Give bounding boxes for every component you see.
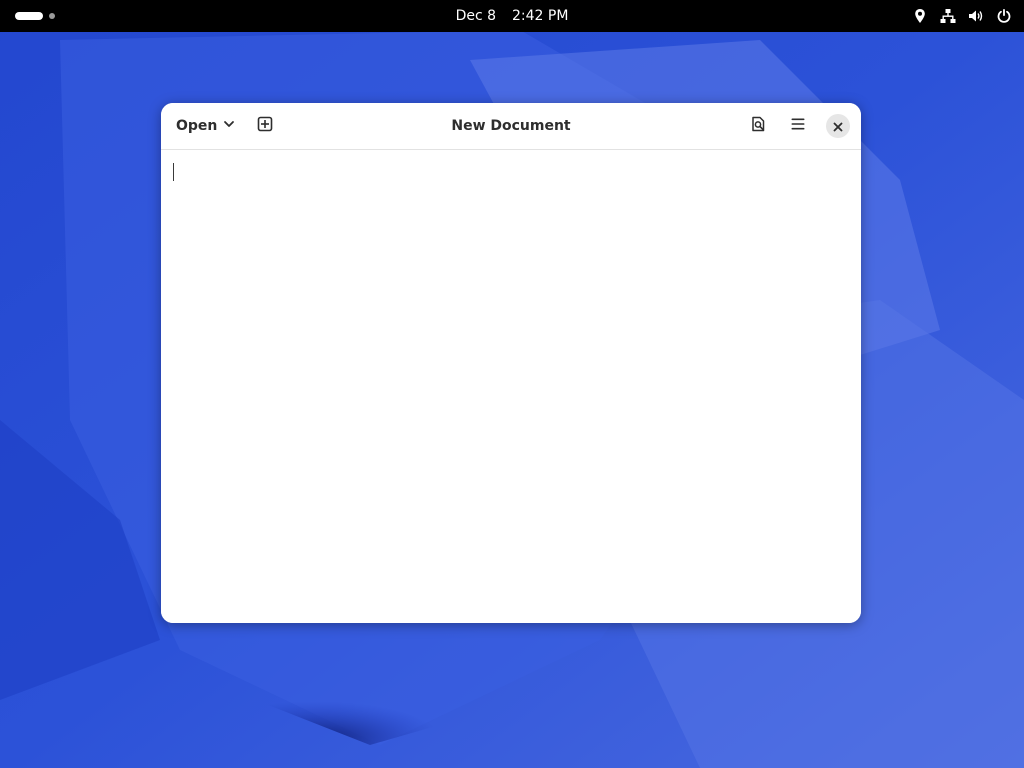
hamburger-menu-icon: [790, 116, 806, 136]
power-icon: [996, 8, 1012, 24]
close-button[interactable]: [826, 114, 850, 138]
top-bar: Dec 8 2:42 PM: [0, 0, 1024, 32]
network-icon: [940, 8, 956, 24]
workspace-indicator-inactive: [49, 13, 55, 19]
open-button-label: Open: [176, 118, 218, 134]
location-icon: [912, 8, 928, 24]
clock-button[interactable]: Dec 8 2:42 PM: [440, 0, 584, 32]
volume-icon: [968, 8, 984, 24]
open-button[interactable]: Open: [169, 111, 242, 141]
close-icon: [833, 117, 843, 136]
time-label: 2:42 PM: [512, 8, 569, 24]
window-title: New Document: [451, 118, 571, 134]
system-tray[interactable]: [912, 0, 1012, 32]
new-tab-icon: [257, 116, 273, 136]
text-cursor: [173, 163, 174, 181]
text-editor-window: Open New Document: [161, 103, 861, 623]
document-search-button[interactable]: [742, 111, 774, 141]
desktop: Dec 8 2:42 PM Open New Document: [0, 0, 1024, 768]
activities-button[interactable]: [10, 8, 62, 24]
main-menu-button[interactable]: [782, 111, 814, 141]
header-bar: Open New Document: [161, 103, 861, 150]
new-tab-button[interactable]: [249, 111, 281, 141]
text-editing-area[interactable]: [161, 150, 861, 623]
workspace-indicator-active: [15, 12, 43, 20]
date-label: Dec 8: [455, 8, 497, 24]
chevron-down-icon: [223, 118, 235, 134]
search-document-icon: [750, 116, 766, 136]
